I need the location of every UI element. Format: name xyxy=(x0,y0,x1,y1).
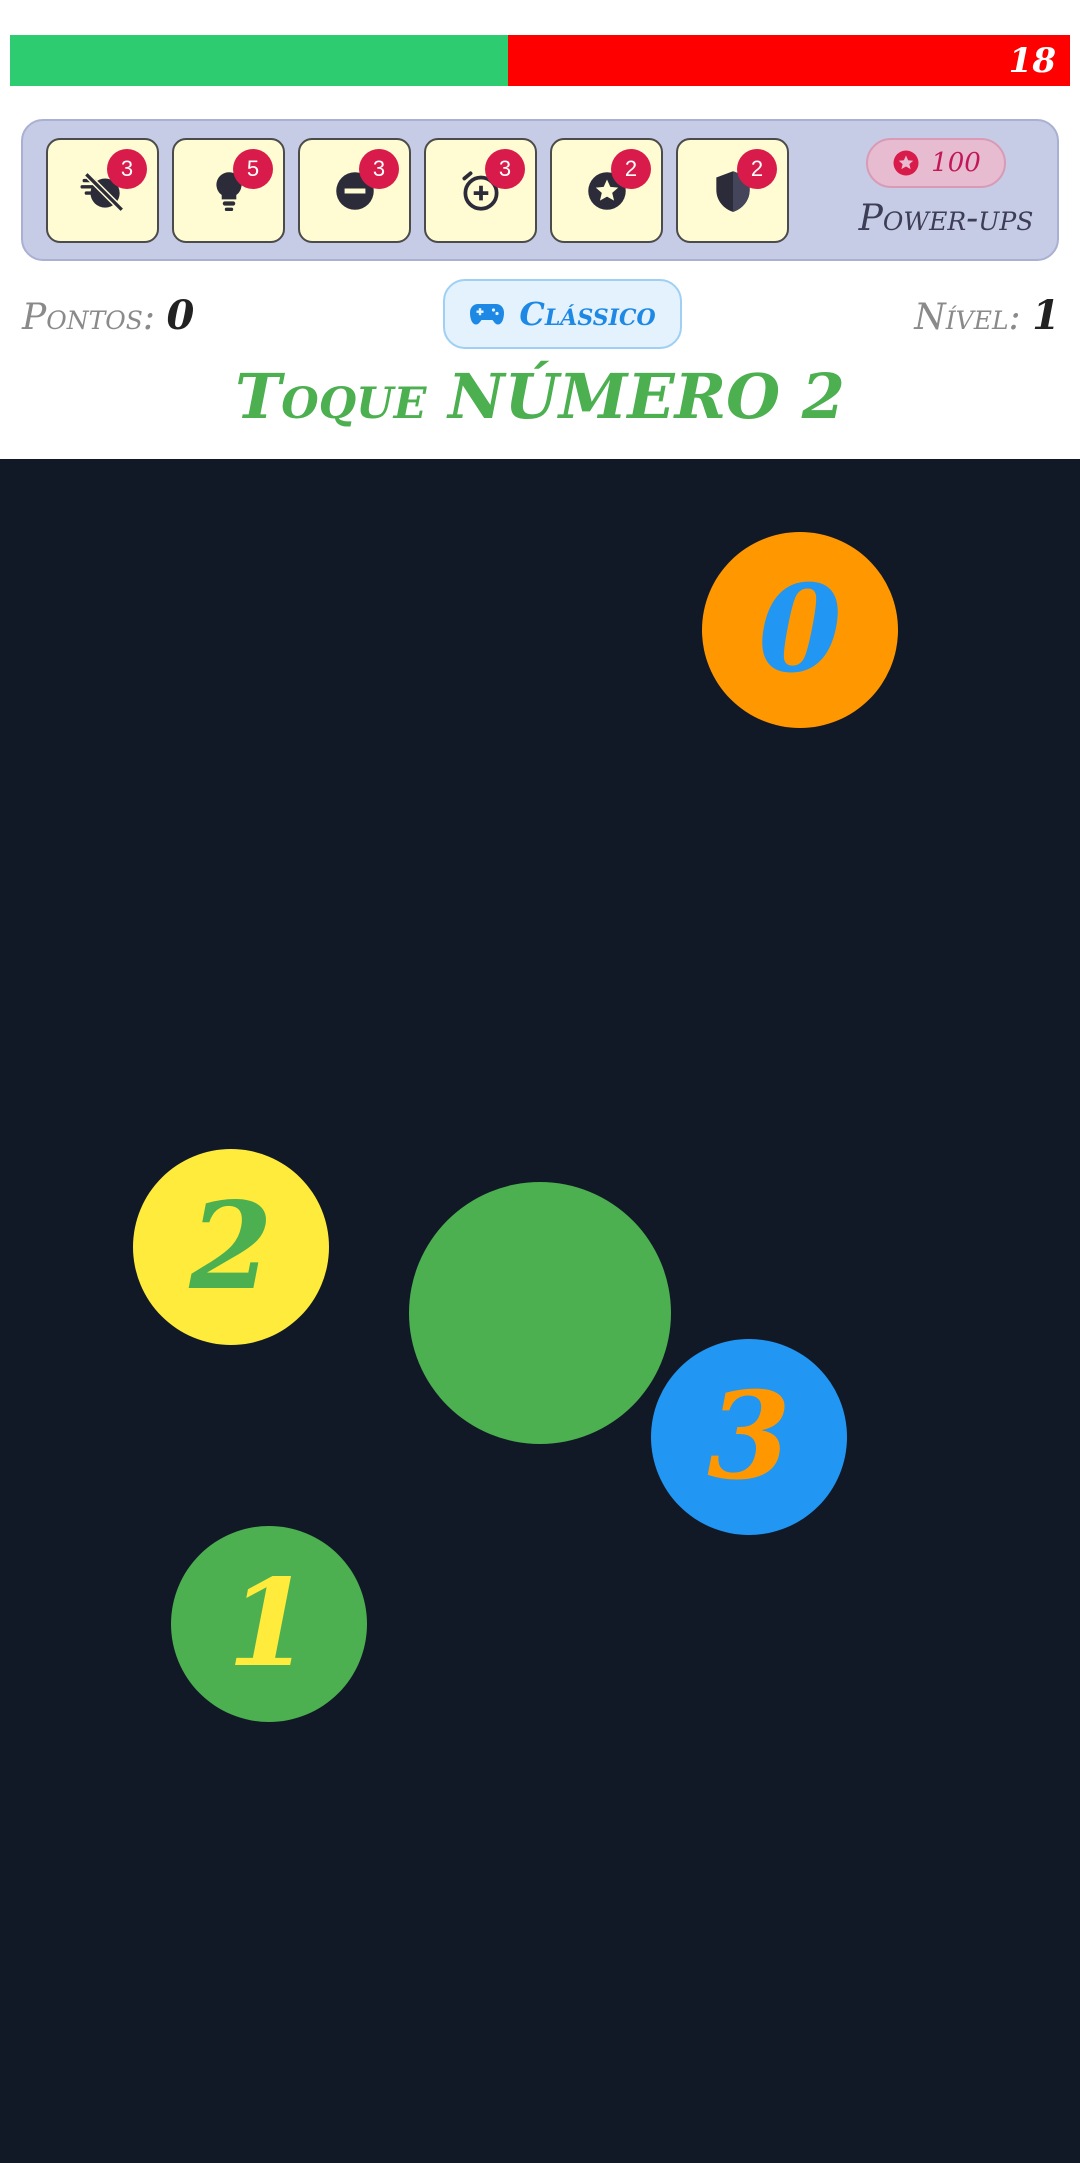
powerup-count-badge: 3 xyxy=(359,149,399,189)
powerup-count-badge: 3 xyxy=(485,149,525,189)
gamepad-icon xyxy=(470,304,505,325)
timer-bar: 18 xyxy=(10,35,1070,86)
powerup-remove-button[interactable]: 3 xyxy=(298,138,411,243)
timer-progress-fill xyxy=(10,35,509,86)
powerup-count-badge: 3 xyxy=(107,149,147,189)
powerup-slow-time-button[interactable]: 3 xyxy=(46,138,159,243)
score-display: Pontos: 0 xyxy=(22,292,194,339)
bubble-number: 0 xyxy=(758,559,842,700)
bubble-number: 2 xyxy=(189,1176,273,1317)
level-value: 1 xyxy=(1032,292,1060,339)
powerup-shield-button[interactable]: 2 xyxy=(676,138,789,243)
bubble-number: 1 xyxy=(227,1553,311,1694)
blank-bubble[interactable] xyxy=(409,1182,671,1444)
level-label: Nível: xyxy=(914,297,1021,338)
number-bubble-2[interactable]: 2 xyxy=(133,1149,329,1345)
game-mode-label: Clássico xyxy=(519,295,656,333)
instruction-text: Toque NÚMERO 2 xyxy=(235,360,845,433)
coin-count: 100 xyxy=(931,148,981,178)
coin-balance: 100 xyxy=(866,138,1006,188)
powerup-hint-button[interactable]: 5 xyxy=(172,138,285,243)
powerups-panel: 3 5 3 3 2 2 100 Power-ups xyxy=(21,119,1059,261)
game-area: 0 2 3 1 xyxy=(0,459,1080,2163)
level-display: Nível: 1 xyxy=(914,292,1060,339)
powerups-title: Power-ups xyxy=(858,198,1034,239)
number-bubble-1[interactable]: 1 xyxy=(171,1526,367,1722)
score-value: 0 xyxy=(166,292,195,339)
number-bubble-0[interactable]: 0 xyxy=(702,532,898,728)
number-bubble-3[interactable]: 3 xyxy=(651,1339,847,1535)
star-coin-icon xyxy=(893,150,919,176)
timer-seconds: 18 xyxy=(1008,40,1056,81)
score-label: Pontos: xyxy=(22,297,156,338)
powerup-count-badge: 5 xyxy=(233,149,273,189)
powerup-star-button[interactable]: 2 xyxy=(550,138,663,243)
game-mode-button[interactable]: Clássico xyxy=(443,279,682,349)
powerup-add-time-button[interactable]: 3 xyxy=(424,138,537,243)
bubble-number: 3 xyxy=(707,1366,791,1507)
powerup-count-badge: 2 xyxy=(611,149,651,189)
powerup-count-badge: 2 xyxy=(737,149,777,189)
